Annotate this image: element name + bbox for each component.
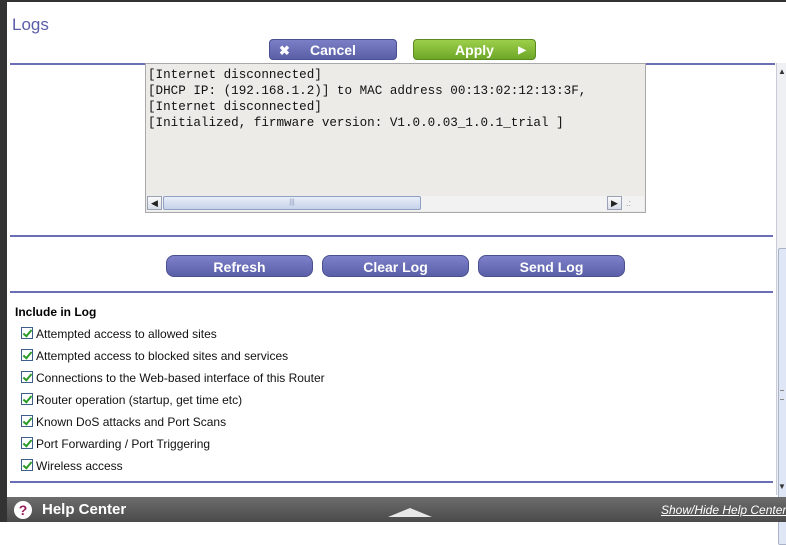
resize-grip-icon[interactable]: .: [626, 198, 631, 208]
checkbox[interactable] [21, 459, 33, 471]
send-log-button[interactable]: Send Log [478, 255, 625, 277]
checkbox[interactable] [21, 371, 33, 383]
divider-actions [10, 291, 773, 293]
grip-icon [780, 390, 784, 400]
cancel-button[interactable]: ✖ Cancel [269, 39, 397, 60]
help-center-bar: ? Help Center Show/Hide Help Center [7, 497, 786, 522]
option-label: Attempted access to blocked sites and se… [36, 349, 289, 363]
divider-bottom [10, 481, 773, 483]
option-label: Known DoS attacks and Port Scans [36, 415, 227, 429]
option-label: Connections to the Web-based interface o… [36, 371, 325, 385]
checkbox[interactable] [21, 393, 33, 405]
log-textarea[interactable]: [Internet disconnected] [DHCP IP: (192.1… [145, 63, 646, 213]
scroll-right-icon[interactable]: ▶ [607, 196, 622, 210]
help-icon[interactable]: ? [14, 501, 32, 519]
cancel-label: Cancel [310, 42, 356, 58]
help-center-title: Help Center [42, 501, 127, 518]
checkbox[interactable] [21, 437, 33, 449]
apply-button[interactable]: Apply ▶ [413, 39, 536, 60]
apply-label: Apply [455, 42, 494, 58]
option-label: Attempted access to allowed sites [36, 327, 217, 341]
log-scrollbar-thumb[interactable]: ||| [163, 196, 421, 210]
page-title: Logs [12, 15, 49, 34]
play-arrow-icon: ▶ [518, 45, 526, 56]
clear-log-button[interactable]: Clear Log [322, 255, 469, 277]
log-horizontal-scrollbar[interactable]: ◀ ||| ▶ .: [147, 196, 644, 211]
option-label: Wireless access [36, 459, 123, 473]
checkbox[interactable] [21, 349, 33, 361]
log-content: [Internet disconnected] [DHCP IP: (192.1… [148, 68, 587, 130]
checkbox[interactable] [21, 415, 33, 427]
include-in-log-heading: Include in Log [15, 305, 97, 319]
expand-arrow-icon[interactable] [388, 508, 432, 517]
refresh-button[interactable]: Refresh [166, 255, 313, 277]
option-label: Router operation (startup, get time etc) [36, 393, 243, 407]
close-icon: ✖ [279, 43, 290, 58]
divider-log [10, 235, 773, 237]
show-hide-help-link[interactable]: Show/Hide Help Center [661, 503, 786, 517]
option-label: Port Forwarding / Port Triggering [36, 437, 211, 451]
checkbox[interactable] [21, 327, 33, 339]
scroll-up-icon[interactable]: ▲ [777, 67, 786, 79]
scroll-left-icon[interactable]: ◀ [147, 196, 162, 210]
page-scrollbar[interactable]: ▲ ▼ [776, 63, 786, 545]
scroll-down-icon[interactable]: ▼ [777, 482, 786, 494]
